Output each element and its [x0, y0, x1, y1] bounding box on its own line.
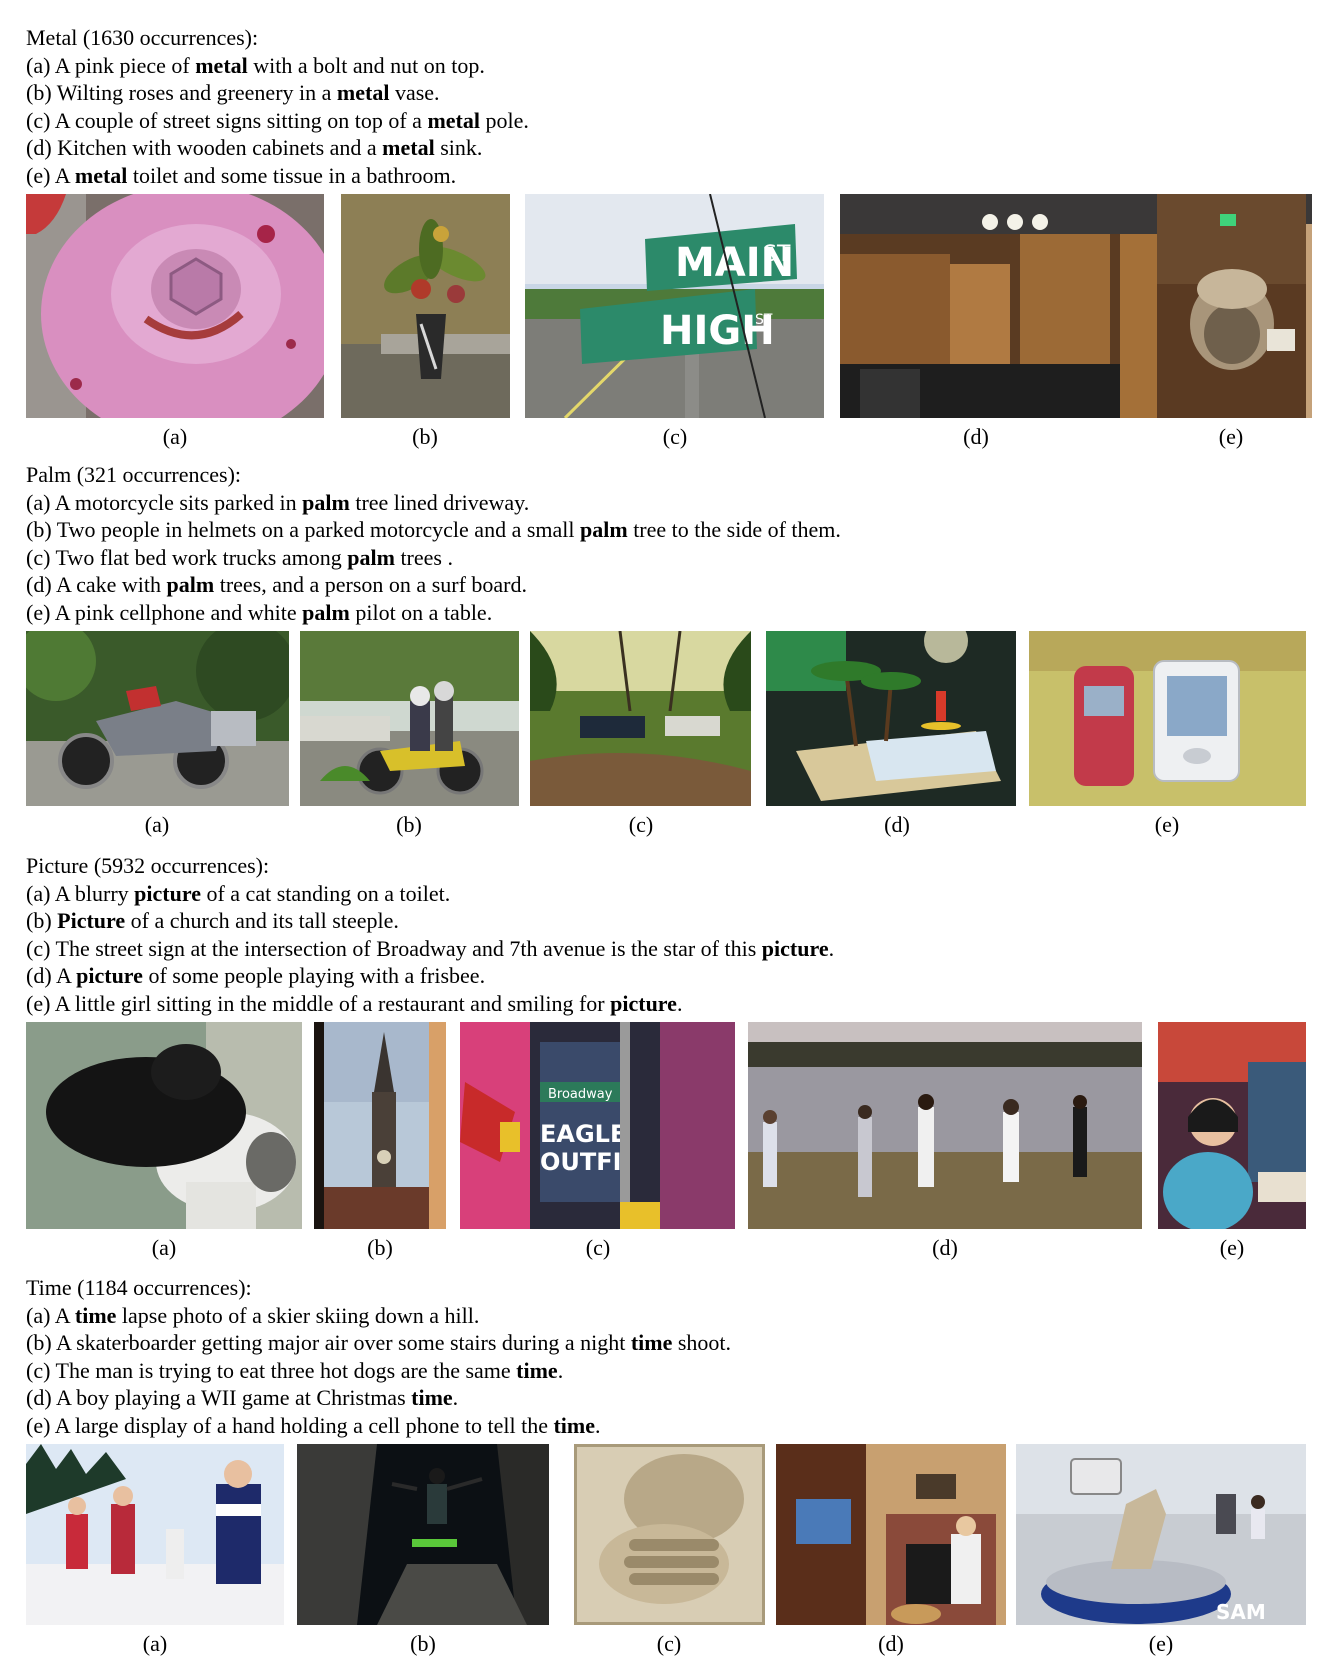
image-label: (d) — [963, 424, 989, 449]
photo-cat-toilet — [26, 1022, 302, 1229]
caption-line: (e) A pink cellphone and white palm pilo… — [26, 599, 493, 625]
image-label: (d) — [884, 812, 910, 837]
caption-line: (a) A time lapse photo of a skier skiing… — [26, 1302, 480, 1328]
caption-line: (d) A picture of some people playing wit… — [26, 963, 486, 988]
caption-line: (c) A couple of street signs sitting on … — [26, 107, 529, 133]
photo-frisbee-players — [748, 1022, 1142, 1229]
image-row: SAM (a) (b) (c) (d) (e) — [26, 1444, 1306, 1656]
image-label: (d) — [878, 1631, 904, 1656]
image-label: (c) — [585, 1235, 611, 1260]
caption-line: (e) A little girl sitting in the middle … — [26, 990, 683, 1016]
sign-main-st-text: ST — [763, 242, 791, 267]
photo-palm-cake — [766, 631, 1016, 806]
image-label: (e) — [1154, 812, 1180, 837]
section-heading: Metal (1630 occurrences): — [26, 25, 259, 50]
image-label: (c) — [656, 1631, 682, 1656]
caption-line: (a) A pink piece of metal with a bolt an… — [26, 52, 485, 78]
section-palm: Palm (321 occurrences): (a) A motorcycle… — [26, 461, 1306, 837]
section-heading: Time (1184 occurrences): — [26, 1275, 252, 1300]
image-label: (a) — [162, 424, 188, 449]
image-label: (d) — [932, 1235, 958, 1260]
section-heading: Palm (321 occurrences): — [26, 462, 242, 487]
image-row: Broadway EAGLE OUTFI (a) (b) (c) (d) (e) — [26, 1022, 1306, 1272]
sam-text: SAM — [1216, 1600, 1266, 1624]
image-label: (e) — [1219, 1235, 1245, 1260]
image-label: (b) — [410, 1631, 436, 1656]
image-label: (a) — [151, 1235, 177, 1260]
image-label: (b) — [396, 812, 422, 837]
broadway-sign-text: Broadway — [548, 1087, 613, 1102]
photo-flower-vase — [341, 194, 510, 418]
photo-couple-motorcycle — [300, 631, 519, 806]
photo-skateboarder-night — [297, 1444, 549, 1625]
photo-broadway-sign: Broadway EAGLE OUTFI — [460, 1022, 735, 1229]
image-label: (c) — [628, 812, 654, 837]
eagle-text: EAGLE — [540, 1120, 626, 1148]
caption-line: (b) Picture of a church and its tall ste… — [26, 908, 399, 933]
photo-street-signs: MAIN ST HIGH ST — [525, 194, 824, 418]
photo-cellphone-palm — [1029, 631, 1306, 806]
caption-line: (c) Two flat bed work trucks among palm … — [26, 544, 453, 570]
image-label: (b) — [412, 424, 438, 449]
image-row: (a) (b) (c) (d) (e) — [26, 631, 1306, 846]
caption-line: (c) The street sign at the intersection … — [26, 935, 835, 961]
outfi-text: OUTFI — [540, 1148, 622, 1176]
photo-wii-christmas — [776, 1444, 1006, 1625]
image-label: (a) — [142, 1631, 168, 1656]
caption-line: (b) A skaterboarder getting major air ov… — [26, 1330, 732, 1355]
caption-line: (b) Wilting roses and greenery in a meta… — [26, 80, 440, 105]
caption-line: (b) Two people in helmets on a parked mo… — [26, 517, 841, 542]
image-row: MAIN ST HIGH ST (a) (b) (c) (d) (e) — [26, 194, 1312, 449]
image-label: (b) — [367, 1235, 393, 1260]
photo-metal-toilet — [1157, 194, 1306, 418]
caption-line: (d) Kitchen with wooden cabinets and a m… — [26, 135, 483, 160]
photo-church-steeple — [314, 1022, 446, 1229]
section-time: Time (1184 occurrences): (a) A time laps… — [26, 1274, 1306, 1656]
section-heading: Picture (5932 occurrences): — [26, 853, 270, 878]
caption-line: (c) The man is trying to eat three hot d… — [26, 1357, 564, 1383]
image-label: (e) — [1218, 424, 1244, 449]
photo-girl-restaurant — [1158, 1022, 1306, 1229]
photo-phone-hand-display: SAM — [1016, 1444, 1306, 1625]
photo-trucks-palms — [530, 631, 751, 806]
photo-motorcycle — [26, 631, 289, 806]
caption-line: (e) A metal toilet and some tissue in a … — [26, 162, 457, 188]
caption-line: (a) A motorcycle sits parked in palm tre… — [26, 489, 530, 515]
sign-high-st-text: ST — [755, 312, 773, 328]
image-label: (e) — [1148, 1631, 1174, 1656]
image-label: (a) — [144, 812, 170, 837]
photo-hotdogs — [574, 1444, 765, 1625]
section-metal: Metal (1630 occurrences): (a) A pink pie… — [26, 24, 1312, 449]
photo-pink-hydrant — [26, 194, 324, 418]
photo-skiers — [26, 1444, 284, 1625]
caption-line: (d) A cake with palm trees, and a person… — [26, 572, 527, 597]
section-picture: Picture (5932 occurrences): (a) A blurry… — [26, 852, 1306, 1260]
caption-line: (d) A boy playing a WII game at Christma… — [26, 1385, 459, 1410]
caption-line: (e) A large display of a hand holding a … — [26, 1412, 601, 1438]
image-label: (c) — [662, 424, 688, 449]
caption-line: (a) A blurry picture of a cat standing o… — [26, 880, 451, 906]
